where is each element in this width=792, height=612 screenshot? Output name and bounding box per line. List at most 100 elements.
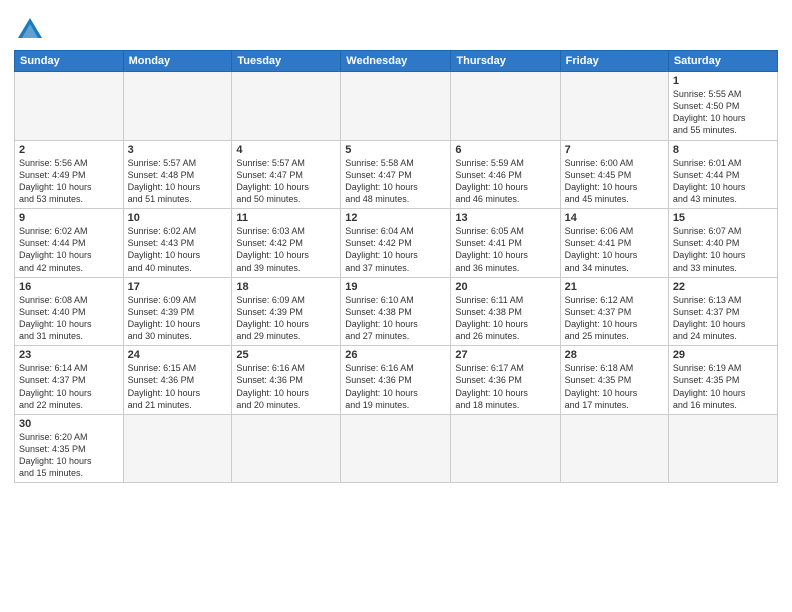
day-number: 27 [455,349,555,361]
calendar-cell: 17Sunrise: 6:09 AM Sunset: 4:39 PM Dayli… [123,277,232,346]
day-info: Sunrise: 6:00 AM Sunset: 4:45 PM Dayligh… [565,157,664,206]
day-info: Sunrise: 6:09 AM Sunset: 4:39 PM Dayligh… [128,294,228,343]
page: SundayMondayTuesdayWednesdayThursdayFrid… [0,0,792,493]
calendar-cell: 19Sunrise: 6:10 AM Sunset: 4:38 PM Dayli… [341,277,451,346]
calendar-header-row: SundayMondayTuesdayWednesdayThursdayFrid… [15,51,778,72]
logo-icon [16,16,44,44]
calendar-cell: 1Sunrise: 5:55 AM Sunset: 4:50 PM Daylig… [668,72,777,141]
day-info: Sunrise: 6:15 AM Sunset: 4:36 PM Dayligh… [128,362,228,411]
calendar-cell: 7Sunrise: 6:00 AM Sunset: 4:45 PM Daylig… [560,140,668,209]
day-number: 22 [673,281,773,293]
day-number: 23 [19,349,119,361]
weekday-header-sunday: Sunday [15,51,124,72]
day-number: 1 [673,75,773,87]
calendar-cell [560,414,668,483]
day-number: 17 [128,281,228,293]
day-info: Sunrise: 5:57 AM Sunset: 4:47 PM Dayligh… [236,157,336,206]
day-number: 14 [565,212,664,224]
weekday-header-saturday: Saturday [668,51,777,72]
day-info: Sunrise: 5:58 AM Sunset: 4:47 PM Dayligh… [345,157,446,206]
day-info: Sunrise: 5:56 AM Sunset: 4:49 PM Dayligh… [19,157,119,206]
day-number: 7 [565,144,664,156]
day-number: 2 [19,144,119,156]
day-number: 3 [128,144,228,156]
day-info: Sunrise: 5:57 AM Sunset: 4:48 PM Dayligh… [128,157,228,206]
day-number: 5 [345,144,446,156]
calendar-week-row: 23Sunrise: 6:14 AM Sunset: 4:37 PM Dayli… [15,346,778,415]
day-number: 29 [673,349,773,361]
calendar-cell: 10Sunrise: 6:02 AM Sunset: 4:43 PM Dayli… [123,209,232,278]
day-info: Sunrise: 6:10 AM Sunset: 4:38 PM Dayligh… [345,294,446,343]
day-info: Sunrise: 6:13 AM Sunset: 4:37 PM Dayligh… [673,294,773,343]
day-number: 28 [565,349,664,361]
calendar-cell: 26Sunrise: 6:16 AM Sunset: 4:36 PM Dayli… [341,346,451,415]
calendar-week-row: 30Sunrise: 6:20 AM Sunset: 4:35 PM Dayli… [15,414,778,483]
day-info: Sunrise: 5:55 AM Sunset: 4:50 PM Dayligh… [673,88,773,137]
calendar-cell: 12Sunrise: 6:04 AM Sunset: 4:42 PM Dayli… [341,209,451,278]
calendar-cell: 24Sunrise: 6:15 AM Sunset: 4:36 PM Dayli… [123,346,232,415]
weekday-header-friday: Friday [560,51,668,72]
calendar-cell [560,72,668,141]
day-info: Sunrise: 6:12 AM Sunset: 4:37 PM Dayligh… [565,294,664,343]
calendar-cell: 29Sunrise: 6:19 AM Sunset: 4:35 PM Dayli… [668,346,777,415]
day-number: 21 [565,281,664,293]
day-info: Sunrise: 6:05 AM Sunset: 4:41 PM Dayligh… [455,225,555,274]
calendar-week-row: 9Sunrise: 6:02 AM Sunset: 4:44 PM Daylig… [15,209,778,278]
day-number: 15 [673,212,773,224]
day-info: Sunrise: 6:04 AM Sunset: 4:42 PM Dayligh… [345,225,446,274]
calendar-cell [232,414,341,483]
calendar-cell: 11Sunrise: 6:03 AM Sunset: 4:42 PM Dayli… [232,209,341,278]
header [14,10,778,44]
calendar-cell [451,414,560,483]
day-number: 4 [236,144,336,156]
day-info: Sunrise: 6:17 AM Sunset: 4:36 PM Dayligh… [455,362,555,411]
calendar-cell: 5Sunrise: 5:58 AM Sunset: 4:47 PM Daylig… [341,140,451,209]
calendar-cell: 4Sunrise: 5:57 AM Sunset: 4:47 PM Daylig… [232,140,341,209]
day-number: 8 [673,144,773,156]
day-info: Sunrise: 6:16 AM Sunset: 4:36 PM Dayligh… [345,362,446,411]
day-info: Sunrise: 6:11 AM Sunset: 4:38 PM Dayligh… [455,294,555,343]
calendar-cell: 21Sunrise: 6:12 AM Sunset: 4:37 PM Dayli… [560,277,668,346]
day-info: Sunrise: 6:07 AM Sunset: 4:40 PM Dayligh… [673,225,773,274]
calendar-cell: 30Sunrise: 6:20 AM Sunset: 4:35 PM Dayli… [15,414,124,483]
calendar-cell: 6Sunrise: 5:59 AM Sunset: 4:46 PM Daylig… [451,140,560,209]
day-number: 25 [236,349,336,361]
calendar-cell [232,72,341,141]
calendar-cell [451,72,560,141]
calendar-cell: 3Sunrise: 5:57 AM Sunset: 4:48 PM Daylig… [123,140,232,209]
day-info: Sunrise: 6:20 AM Sunset: 4:35 PM Dayligh… [19,431,119,480]
day-info: Sunrise: 6:19 AM Sunset: 4:35 PM Dayligh… [673,362,773,411]
day-number: 30 [19,418,119,430]
day-number: 26 [345,349,446,361]
calendar-cell: 8Sunrise: 6:01 AM Sunset: 4:44 PM Daylig… [668,140,777,209]
weekday-header-tuesday: Tuesday [232,51,341,72]
calendar-cell [123,414,232,483]
day-info: Sunrise: 6:02 AM Sunset: 4:44 PM Dayligh… [19,225,119,274]
calendar-cell: 23Sunrise: 6:14 AM Sunset: 4:37 PM Dayli… [15,346,124,415]
calendar-cell: 27Sunrise: 6:17 AM Sunset: 4:36 PM Dayli… [451,346,560,415]
day-info: Sunrise: 6:02 AM Sunset: 4:43 PM Dayligh… [128,225,228,274]
day-number: 13 [455,212,555,224]
calendar-week-row: 16Sunrise: 6:08 AM Sunset: 4:40 PM Dayli… [15,277,778,346]
calendar-cell [341,414,451,483]
weekday-header-wednesday: Wednesday [341,51,451,72]
day-info: Sunrise: 5:59 AM Sunset: 4:46 PM Dayligh… [455,157,555,206]
calendar-cell [15,72,124,141]
day-number: 6 [455,144,555,156]
day-info: Sunrise: 6:16 AM Sunset: 4:36 PM Dayligh… [236,362,336,411]
calendar-cell: 2Sunrise: 5:56 AM Sunset: 4:49 PM Daylig… [15,140,124,209]
day-info: Sunrise: 6:18 AM Sunset: 4:35 PM Dayligh… [565,362,664,411]
day-number: 11 [236,212,336,224]
day-number: 16 [19,281,119,293]
day-number: 19 [345,281,446,293]
calendar-cell: 16Sunrise: 6:08 AM Sunset: 4:40 PM Dayli… [15,277,124,346]
calendar-cell: 13Sunrise: 6:05 AM Sunset: 4:41 PM Dayli… [451,209,560,278]
calendar-cell [341,72,451,141]
logo [14,16,44,44]
calendar-cell: 18Sunrise: 6:09 AM Sunset: 4:39 PM Dayli… [232,277,341,346]
day-info: Sunrise: 6:01 AM Sunset: 4:44 PM Dayligh… [673,157,773,206]
calendar-cell [123,72,232,141]
day-number: 24 [128,349,228,361]
day-info: Sunrise: 6:14 AM Sunset: 4:37 PM Dayligh… [19,362,119,411]
day-info: Sunrise: 6:03 AM Sunset: 4:42 PM Dayligh… [236,225,336,274]
